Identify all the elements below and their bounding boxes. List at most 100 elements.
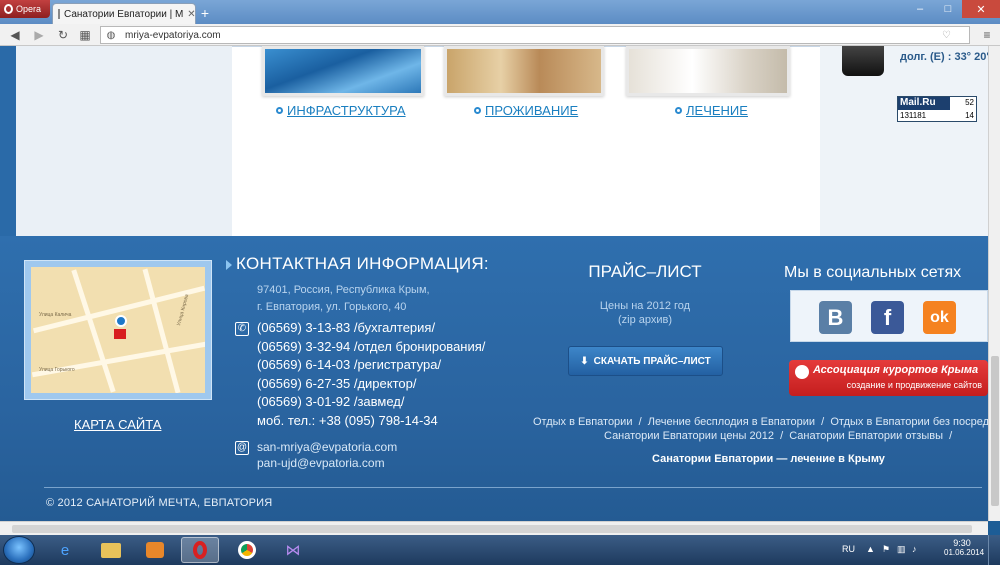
seo-link[interactable]: Отдых в Евпатории	[533, 416, 632, 428]
odnoklassniki-icon[interactable]: ok	[923, 301, 956, 334]
opera-menu-label: Opera	[16, 4, 42, 14]
association-title: Ассоциация курортов Крыма	[813, 364, 979, 376]
mobile-line: моб. тел.: +38 (095) 798-14-34	[257, 412, 438, 428]
map-canvas: Улица Калича Улица Горького Улица Кирова	[31, 267, 205, 393]
volume-icon[interactable]: ♪	[912, 544, 917, 554]
copyright-text: © 2012 САНАТОРИЙ МЕЧТА, ЕВПАТОРИЯ	[46, 497, 273, 509]
opera-logo-icon	[4, 4, 13, 14]
file-explorer-icon[interactable]	[92, 537, 130, 563]
seo-link[interactable]: Санатории Евпатории цены 2012	[604, 430, 774, 442]
counter-top: 52	[965, 98, 974, 107]
seo-link[interactable]: Санатории Евпатории отзывы	[789, 430, 943, 442]
phone-line: (06569) 3-01-92 /завмед/	[257, 394, 405, 409]
map-street-label: Улица Кирова	[176, 293, 191, 327]
location-map[interactable]: Улица Калича Улица Горького Улица Кирова	[24, 260, 212, 400]
browser-menu-icon[interactable]: ≡	[980, 28, 994, 42]
bullet-icon	[276, 107, 283, 114]
minimize-button[interactable]: –	[906, 0, 934, 18]
price-subtitle-2: (zip архив)	[617, 314, 673, 326]
vk-icon[interactable]: B	[819, 301, 852, 334]
url-text: mriya-evpatoriya.com	[125, 29, 221, 41]
network-icon[interactable]: ▥	[897, 544, 906, 555]
infrastructure-image[interactable]	[262, 46, 424, 96]
reload-icon[interactable]: ↻	[56, 28, 70, 42]
site-info-icon[interactable]: ◍	[104, 29, 118, 43]
clock-time: 9:30	[953, 538, 971, 548]
mailru-counter[interactable]: Mail.Ru 131181 52 14	[897, 96, 977, 122]
seo-link[interactable]: Лечение бесплодия в Евпатории	[648, 416, 815, 428]
browser-tab[interactable]: Санатории Евпатории | М ✕	[52, 3, 196, 24]
category-label: ЛЕЧЕНИЕ	[686, 103, 748, 118]
clock[interactable]: 9:30 01.06.2014	[944, 538, 985, 557]
phone-list: (06569) 3-13-83 /бухгалтерия/ (06569) 3-…	[257, 319, 485, 430]
address-line-1: 97401, Россия, Республика Крым,	[257, 284, 430, 296]
tab-close-icon[interactable]: ✕	[187, 9, 195, 20]
footer-divider	[44, 487, 982, 488]
category-link-infrastructure[interactable]: ИНФРАСТРУКТУРА	[276, 103, 406, 118]
map-pin-icon[interactable]	[115, 315, 127, 327]
clock-date: 01.06.2014	[944, 548, 985, 557]
phone-line: (06569) 6-14-03 /регистратура/	[257, 357, 442, 372]
phone-icon: ✆	[235, 322, 249, 336]
map-street-label: Улица Горького	[39, 367, 75, 373]
sanatorium-building-marker	[114, 329, 126, 339]
phone-line: (06569) 3-32-94 /отдел бронирования/	[257, 338, 486, 354]
tab-title: Санатории Евпатории | М	[64, 8, 184, 20]
seo-links-row-2: Санатории Евпатории цены 2012 / Санатори…	[604, 430, 953, 442]
url-field[interactable]: mriya-evpatoriya.com ♡	[100, 26, 970, 44]
email-link[interactable]: san-mriya@evpatoria.com	[257, 439, 397, 455]
download-icon: ⬇	[580, 355, 589, 367]
email-icon: @	[235, 441, 249, 455]
vertical-scroll-thumb[interactable]	[991, 356, 999, 506]
category-label: ПРОЖИВАНИЕ	[485, 103, 579, 118]
new-tab-button[interactable]: +	[198, 6, 212, 20]
close-window-button[interactable]: ✕	[962, 0, 1000, 18]
social-title: Мы в социальных сетях	[784, 264, 962, 281]
address-line-2: г. Евпатория, ул. Горького, 40	[257, 301, 407, 313]
flag-icon[interactable]: ⚑	[882, 544, 890, 555]
horizontal-scroll-thumb[interactable]	[12, 525, 972, 533]
start-button[interactable]	[3, 536, 35, 564]
weather-text: долг. (E) : 33° 20'	[900, 51, 988, 63]
price-subtitle-1: Цены на 2012 год	[599, 300, 691, 312]
crimea-association-banner[interactable]: Ассоциация курортов Крыма создание и про…	[789, 360, 988, 396]
tray-expand-icon[interactable]: ▲	[866, 544, 875, 554]
title-arrow-icon	[226, 260, 232, 270]
page-favicon-icon	[58, 9, 60, 19]
email-list: san-mriya@evpatoria.com pan-ujd@evpatori…	[257, 439, 397, 471]
opera-menu-button[interactable]: Opera	[0, 0, 50, 18]
counter-bottom: 14	[965, 111, 974, 120]
opera-taskbar-icon[interactable]	[181, 537, 219, 563]
seo-link[interactable]: Отдых в Евпатории без посредников	[830, 416, 988, 428]
category-link-accommodation[interactable]: ПРОЖИВАНИЕ	[474, 103, 578, 118]
forward-arrow-icon[interactable]: ▶	[32, 28, 46, 42]
counter-brand: Mail.Ru	[898, 97, 950, 110]
price-list-title: ПРАЙС–ЛИСТ	[588, 262, 702, 281]
bullet-icon	[474, 107, 481, 114]
download-price-list-button[interactable]: ⬇ СКАЧАТЬ ПРАЙС–ЛИСТ	[568, 346, 723, 376]
category-link-treatment[interactable]: ЛЕЧЕНИЕ	[675, 103, 748, 118]
social-icons-panel: B f ok	[790, 290, 988, 342]
bookmark-heart-icon[interactable]: ♡	[942, 30, 951, 41]
counter-total: 131181	[900, 111, 927, 120]
sitemap-link[interactable]: КАРТА САЙТА	[74, 417, 161, 432]
media-player-icon[interactable]	[136, 537, 174, 563]
back-arrow-icon[interactable]: ◀	[8, 28, 22, 42]
weather-device-image	[842, 46, 884, 76]
speed-dial-icon[interactable]: ▦	[78, 28, 92, 42]
category-label: ИНФРАСТРУКТУРА	[287, 103, 406, 118]
maximize-button[interactable]: □	[934, 0, 962, 18]
horizontal-scrollbar[interactable]	[0, 521, 988, 535]
language-indicator[interactable]: RU	[842, 544, 855, 554]
treatment-image[interactable]	[626, 46, 790, 96]
vertical-scrollbar[interactable]	[988, 46, 1000, 521]
facebook-icon[interactable]: f	[871, 301, 904, 334]
chrome-icon[interactable]	[228, 537, 266, 563]
accommodation-image[interactable]	[444, 46, 604, 96]
email-link[interactable]: pan-ujd@evpatoria.com	[257, 455, 397, 471]
internet-explorer-icon[interactable]: e	[46, 537, 84, 563]
visual-studio-icon[interactable]: ⋈	[274, 537, 312, 563]
page-viewport: ИНФРАСТРУКТУРА ПРОЖИВАНИЕ ЛЕЧЕНИЕ долг. …	[0, 46, 988, 521]
show-desktop-button[interactable]	[988, 535, 1000, 565]
association-subtitle: создание и продвижение сайтов	[846, 380, 982, 390]
